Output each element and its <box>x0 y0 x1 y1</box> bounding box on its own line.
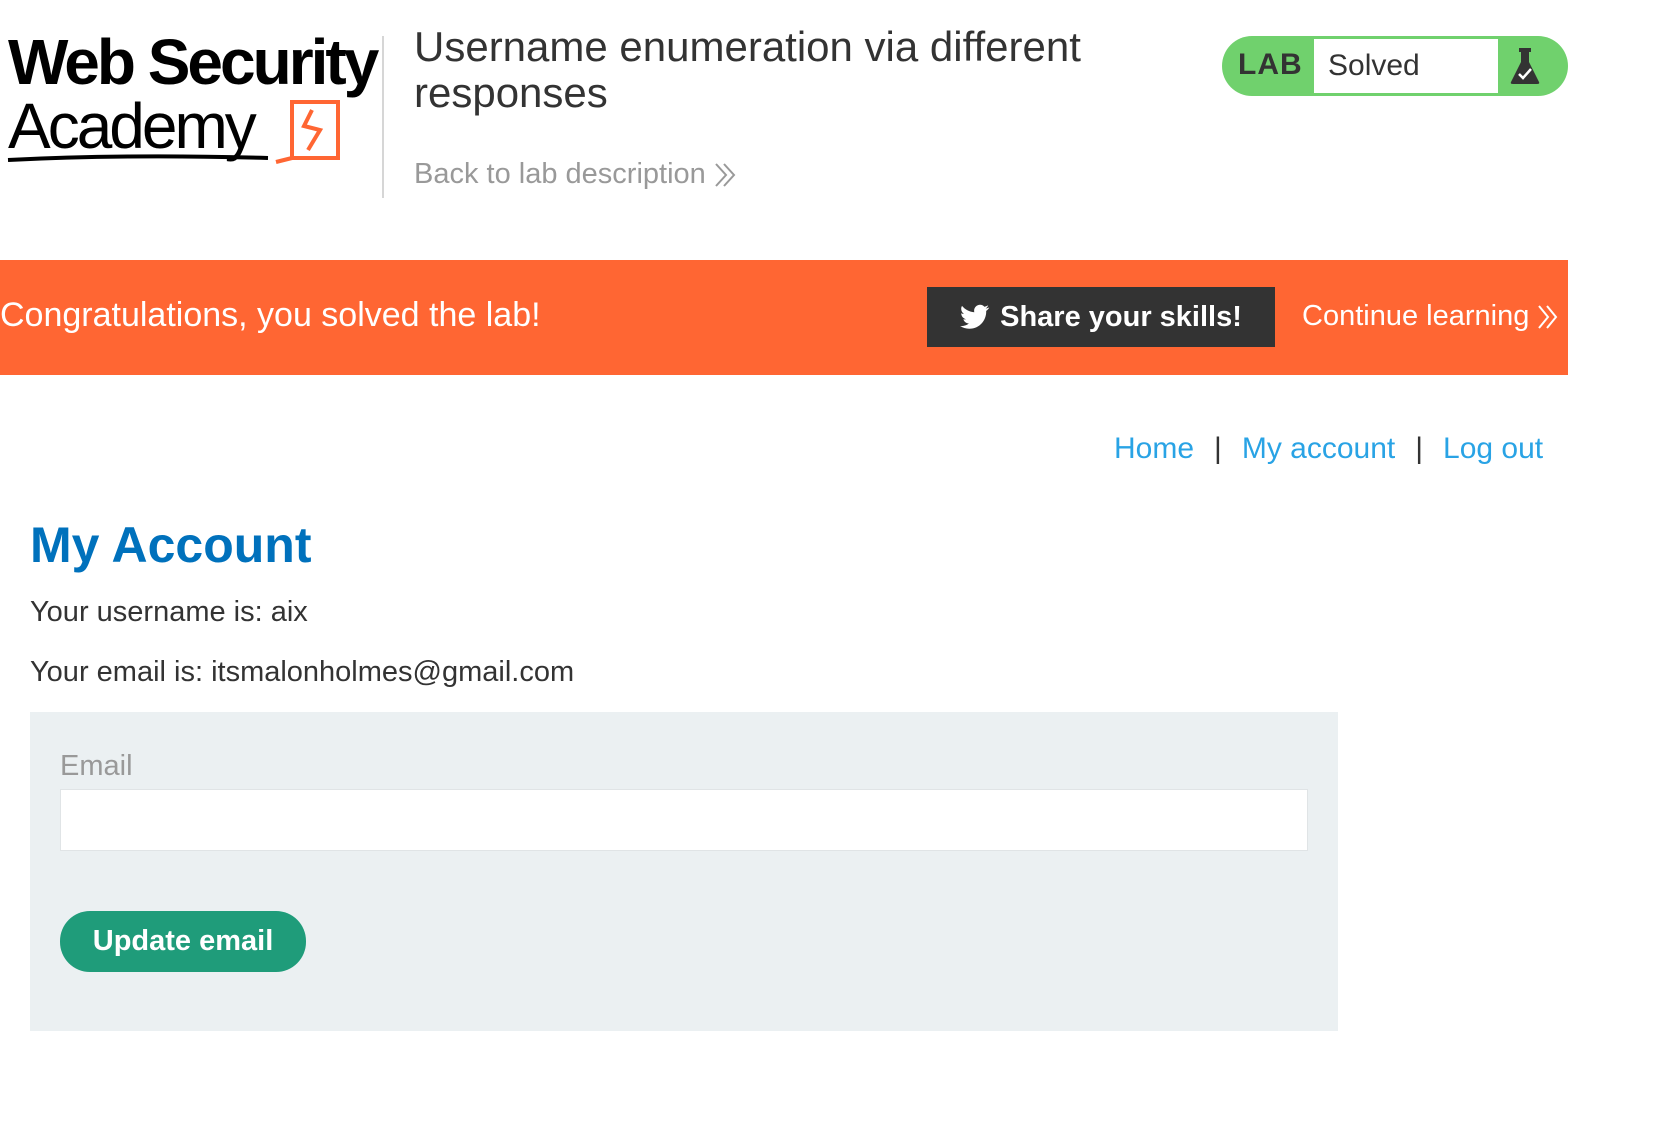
nav-separator: | <box>1415 432 1424 465</box>
lab-badge: LAB <box>1238 48 1303 81</box>
web-security-academy-logo[interactable]: Web Security Academy <box>6 30 379 170</box>
lab-status-text: Solved <box>1328 49 1420 82</box>
username-info: Your username is: aix <box>30 596 308 628</box>
nav-my-account-link[interactable]: My account <box>1242 432 1395 466</box>
lab-status-widget: LAB Solved <box>1222 36 1568 96</box>
continue-learning-link[interactable]: Continue learning <box>1302 300 1559 333</box>
lab-title: Username enumeration via different respo… <box>414 23 1081 116</box>
nav-log-out-link[interactable]: Log out <box>1443 432 1543 466</box>
share-skills-button[interactable]: Share your skills! <box>927 287 1275 347</box>
logo-bolt-icon <box>7 100 340 164</box>
update-email-button[interactable]: Update email <box>60 911 306 972</box>
header-divider <box>382 36 384 198</box>
flask-check-icon <box>1510 48 1540 84</box>
back-link-label: Back to lab description <box>414 158 706 190</box>
double-chevron-right-icon <box>715 162 736 187</box>
status-box: Solved <box>1314 39 1498 93</box>
page-title: My Account <box>30 517 312 573</box>
page-edge <box>1568 0 1678 1142</box>
congratulations-message: Congratulations, you solved the lab! <box>0 296 541 334</box>
nav-home-link[interactable]: Home <box>1114 432 1194 466</box>
header: Web Security Academy Username enumeratio… <box>0 0 1678 260</box>
double-chevron-right-icon <box>1538 304 1558 329</box>
nav-separator: | <box>1214 432 1222 465</box>
email-info: Your email is: itsmalonholmes@gmail.com <box>30 656 575 688</box>
twitter-icon <box>960 304 990 329</box>
top-nav: Home | My account | Log out <box>1114 432 1543 466</box>
solved-banner: Congratulations, you solved the lab! Sha… <box>0 260 1678 375</box>
change-email-form: Email Update email <box>30 712 1338 1031</box>
back-to-lab-description-link[interactable]: Back to lab description <box>414 158 738 191</box>
continue-learning-label: Continue learning <box>1302 300 1530 332</box>
email-input[interactable] <box>60 789 1308 851</box>
email-label: Email <box>60 750 133 782</box>
share-button-label: Share your skills! <box>1000 300 1242 333</box>
